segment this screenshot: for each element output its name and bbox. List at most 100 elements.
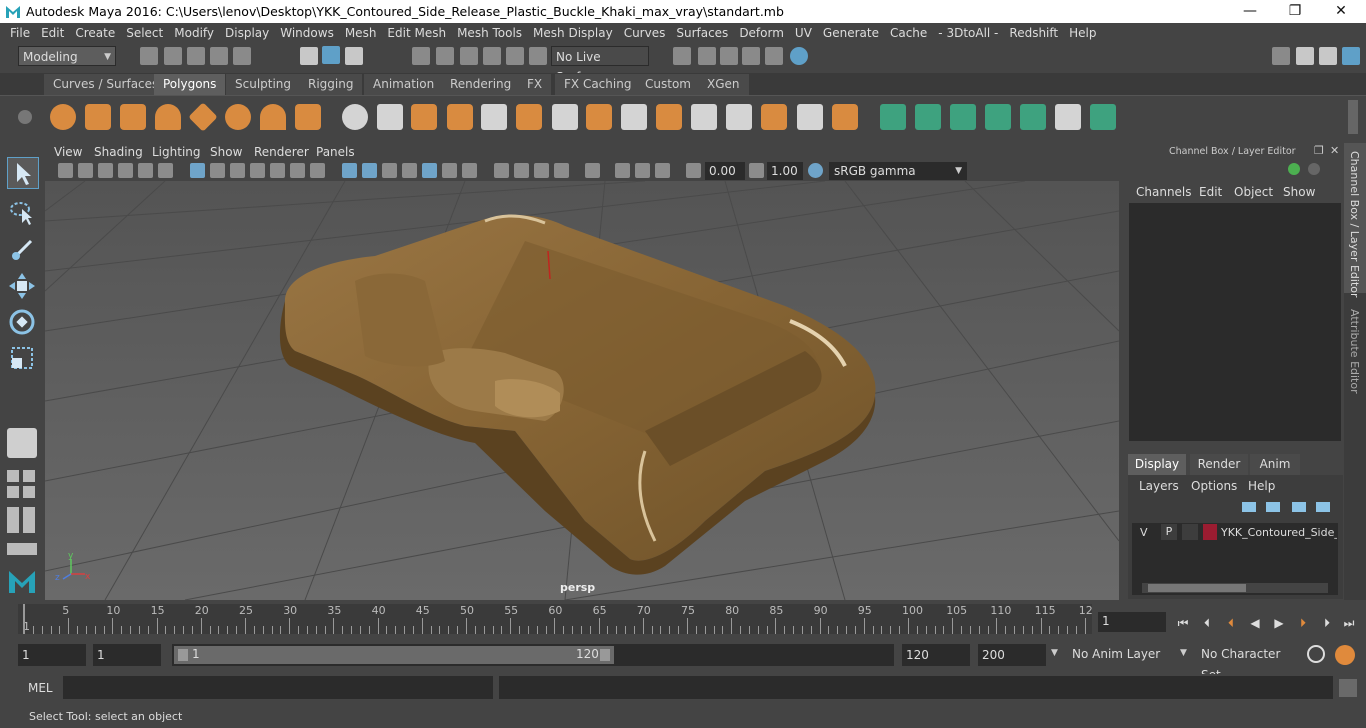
viewport-menu-lighting[interactable]: Lighting [152,145,201,159]
animation-start-field[interactable]: 1 [18,644,86,666]
side-tab-attribute-editor[interactable]: Attribute Editor [1344,303,1366,403]
restore-button[interactable]: ❐ [1280,2,1310,20]
layer-scrollbar-thumb[interactable] [1148,584,1246,592]
textured-icon[interactable] [402,163,417,178]
film-gate-icon[interactable] [210,163,225,178]
move-layer-down-icon[interactable] [1266,502,1280,512]
single-perspective-layout-icon[interactable] [7,428,37,458]
backface-culling-icon[interactable] [655,163,670,178]
depth-of-field-icon[interactable] [534,163,549,178]
playback-start-field[interactable]: 1 [93,644,161,666]
menu-help[interactable]: Help [1069,26,1096,40]
menu-edit[interactable]: Edit [41,26,64,40]
time-slider[interactable]: 1 5 10 15 20 25 30 35 40 45 50 55 60 65 70 75 80 85 90 95 10… [18,604,1093,634]
insert-edge-loop-icon[interactable] [691,104,717,130]
viewport-menu-view[interactable]: View [54,145,82,159]
anim-layer-dropdown[interactable]: No Anim Layer [1068,644,1172,666]
play-forwards-icon[interactable]: ▶ [1272,616,1286,630]
maya-home-logo-icon[interactable] [7,565,37,595]
menu-curves[interactable]: Curves [624,26,666,40]
snap-curve-icon[interactable] [436,47,454,65]
menu-display[interactable]: Display [225,26,269,40]
layer-visibility-toggle[interactable]: V [1140,526,1148,539]
close-button[interactable]: ✕ [1326,2,1356,20]
layout-toggle-icon[interactable] [23,507,35,533]
layer-color-swatch[interactable] [1203,524,1217,540]
menu-deform[interactable]: Deform [739,26,784,40]
extrude-icon[interactable] [481,104,507,130]
command-input[interactable] [63,676,493,699]
menu-3dtoall[interactable]: - 3DtoAll - [938,26,998,40]
live-surface-field[interactable]: No Live Surface [551,46,649,84]
menu-file[interactable]: File [10,26,30,40]
image-plane-icon[interactable] [118,163,133,178]
rotate-tool-icon[interactable] [7,307,37,337]
menu-windows[interactable]: Windows [280,26,334,40]
bevel-icon[interactable] [516,104,542,130]
chevron-down-icon[interactable]: ▼ [1180,648,1187,658]
shelf-tab-xgen[interactable]: XGen [698,74,749,95]
script-editor-icon[interactable] [1339,679,1357,697]
menu-select[interactable]: Select [126,26,163,40]
outliner-layout-icon[interactable] [7,507,19,533]
select-tool-icon[interactable] [7,157,39,189]
shelf-tab-curves-surfaces[interactable]: Curves / Surfaces [44,74,168,95]
gamma-field[interactable]: 1.00 [767,162,803,180]
menu-create[interactable]: Create [75,26,115,40]
uv-editor-icon[interactable] [1055,104,1081,130]
attribute-editor-toggle-icon[interactable] [1296,47,1314,65]
layout-list-icon[interactable] [7,543,37,555]
field-chart-icon[interactable] [270,163,285,178]
command-language-label[interactable]: MEL [28,681,53,695]
menu-modify[interactable]: Modify [174,26,214,40]
menu-redshift[interactable]: Redshift [1009,26,1058,40]
paint-select-tool-icon[interactable] [7,233,37,263]
ipr-render-icon[interactable] [742,47,760,65]
use-all-lights-icon[interactable] [422,163,437,178]
offset-edge-loop-icon[interactable] [726,104,752,130]
two-d-pan-zoom-icon[interactable] [138,163,153,178]
channel-box-menu-edit[interactable]: Edit [1199,185,1222,199]
close-panel-icon[interactable]: ✕ [1330,144,1339,157]
shelf-tab-rigging[interactable]: Rigging [299,74,363,95]
new-layer-selected-icon[interactable] [1316,502,1330,512]
channel-box-menu-channels[interactable]: Channels [1136,185,1192,199]
layer-tab-anim[interactable]: Anim [1250,454,1300,475]
shelf-settings-gear-icon[interactable] [18,110,32,124]
chevron-down-icon[interactable]: ▼ [1051,648,1058,658]
layer-row[interactable]: V P YKK_Contoured_Side_R [1132,523,1338,543]
exposure-field[interactable]: 0.00 [705,162,745,180]
persp-graph-layout-icon[interactable] [7,486,19,498]
poly-torus-icon[interactable] [225,104,251,130]
smooth-shade-icon[interactable] [362,163,377,178]
float-panel-icon[interactable]: ❐ [1314,144,1324,157]
safe-title-icon[interactable] [310,163,325,178]
cut-uv-icon[interactable] [1020,104,1046,130]
open-scene-icon[interactable] [164,47,182,65]
render-frame-icon[interactable] [720,47,738,65]
automatic-map-icon[interactable] [985,104,1011,130]
magnet-icon[interactable] [529,47,547,65]
tool-settings-toggle-icon[interactable] [1319,47,1337,65]
snap-surface-icon[interactable] [506,47,524,65]
shelf-tab-sculpting[interactable]: Sculpting [226,74,301,95]
shelf-tab-fx-caching[interactable]: FX Caching [555,74,641,95]
motion-blur-icon[interactable] [494,163,509,178]
ambient-occlusion-icon[interactable] [462,163,477,178]
shelf-tab-animation[interactable]: Animation [364,74,444,95]
merge-icon[interactable] [797,104,823,130]
resolution-gate-icon[interactable] [230,163,245,178]
viewport-menu-panels[interactable]: Panels [316,145,355,159]
select-by-object-icon[interactable] [322,46,340,64]
bookmark-icon[interactable] [98,163,113,178]
viewport-menu-renderer[interactable]: Renderer [254,145,309,159]
undo-icon[interactable] [210,47,228,65]
menu-uv[interactable]: UV [795,26,812,40]
poly-pipe-icon[interactable] [295,104,321,130]
input-output-icon[interactable] [673,47,691,65]
shelf-tab-fx[interactable]: FX [518,74,552,95]
menu-edit-mesh[interactable]: Edit Mesh [387,26,446,40]
animation-preferences-icon[interactable] [1335,645,1355,665]
layer-scrollbar[interactable] [1142,583,1328,593]
persp-outliner-layout-icon[interactable] [23,470,35,482]
